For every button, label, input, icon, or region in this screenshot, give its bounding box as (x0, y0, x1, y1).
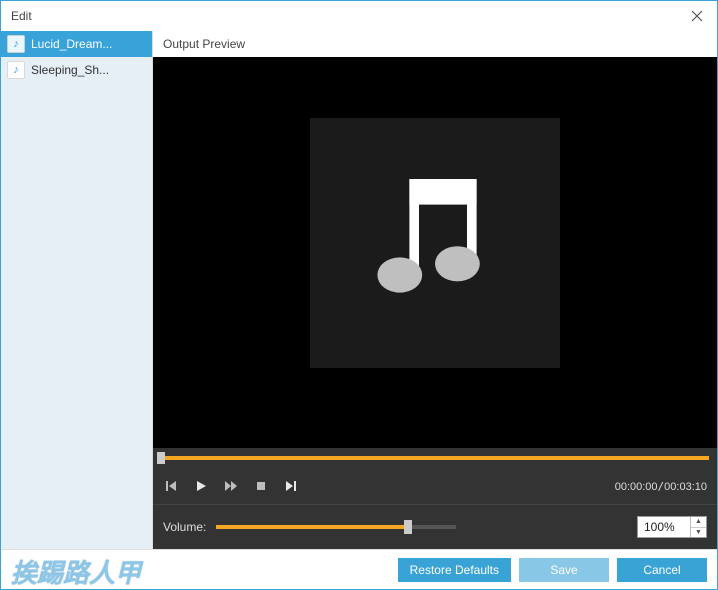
music-file-icon: ♪ (7, 61, 25, 79)
current-time: 00:00:00 (615, 481, 658, 493)
sidebar-item-label: Sleeping_Sh... (31, 63, 109, 77)
save-button[interactable]: Save (519, 558, 609, 582)
volume-thumb[interactable] (404, 520, 412, 534)
seek-thumb[interactable] (157, 452, 165, 464)
close-icon (691, 10, 703, 22)
volume-value: 100% (638, 520, 690, 534)
output-preview-label: Output Preview (153, 31, 717, 57)
body: ♪ Lucid_Dream... ♪ Sleeping_Sh... Output… (1, 31, 717, 549)
seek-row (153, 448, 717, 468)
controls-row: 00:00:00/00:03:10 (153, 468, 717, 504)
stop-icon (256, 481, 266, 491)
total-time: 00:03:10 (664, 481, 707, 493)
next-button[interactable] (283, 478, 299, 494)
volume-spinner: ▲ ▼ (690, 517, 706, 537)
volume-fill (216, 525, 408, 529)
music-file-icon: ♪ (7, 35, 25, 53)
volume-label: Volume: (163, 520, 206, 534)
play-button[interactable] (193, 478, 209, 494)
restore-defaults-button[interactable]: Restore Defaults (398, 558, 511, 582)
cancel-button[interactable]: Cancel (617, 558, 707, 582)
window-title: Edit (11, 9, 683, 23)
main-panel: Output Preview (153, 31, 717, 549)
playbar: 00:00:00/00:03:10 Volume: 100% ▲ ▼ (153, 448, 717, 549)
play-icon (195, 480, 207, 492)
seek-slider[interactable] (161, 456, 709, 460)
album-art-placeholder (310, 118, 560, 368)
volume-spin-down[interactable]: ▼ (691, 528, 706, 538)
sidebar: ♪ Lucid_Dream... ♪ Sleeping_Sh... (1, 31, 153, 549)
preview-area (153, 57, 717, 448)
volume-spin-up[interactable]: ▲ (691, 517, 706, 528)
fast-forward-button[interactable] (223, 478, 239, 494)
stop-button[interactable] (253, 478, 269, 494)
volume-row: Volume: 100% ▲ ▼ (153, 505, 717, 549)
skip-forward-icon (285, 480, 297, 492)
sidebar-item-track-0[interactable]: ♪ Lucid_Dream... (1, 31, 152, 57)
prev-button[interactable] (163, 478, 179, 494)
skip-back-icon (165, 480, 177, 492)
edit-window: Edit ♪ Lucid_Dream... ♪ Sleeping_Sh... O… (0, 0, 718, 590)
time-display: 00:00:00/00:03:10 (615, 480, 707, 493)
fast-forward-icon (224, 480, 238, 492)
close-button[interactable] (683, 5, 711, 27)
titlebar: Edit (1, 1, 717, 31)
volume-input[interactable]: 100% ▲ ▼ (637, 516, 707, 538)
sidebar-item-label: Lucid_Dream... (31, 37, 112, 51)
volume-slider[interactable] (216, 525, 456, 529)
sidebar-item-track-1[interactable]: ♪ Sleeping_Sh... (1, 57, 152, 83)
footer: Restore Defaults Save Cancel (1, 549, 717, 589)
music-note-icon (355, 163, 515, 323)
